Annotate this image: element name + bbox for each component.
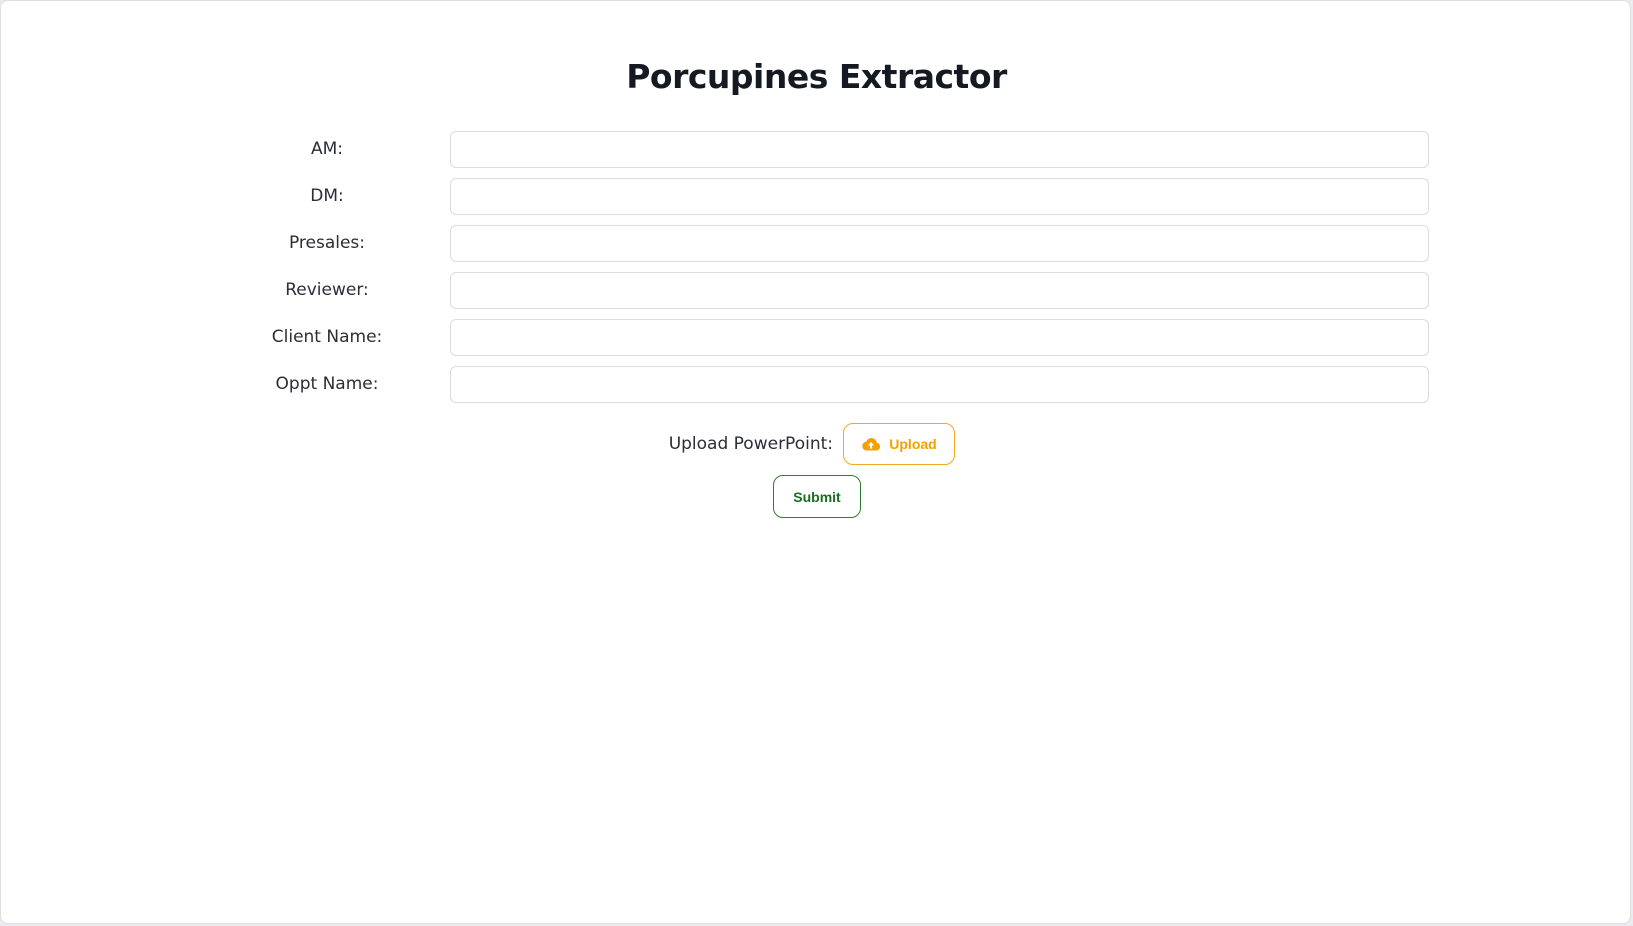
- client-name-input[interactable]: [450, 319, 1429, 356]
- form-row-dm: DM:: [1, 178, 1632, 215]
- dm-input[interactable]: [450, 178, 1429, 215]
- cloud-upload-icon: [861, 437, 881, 451]
- am-label: AM:: [310, 139, 344, 159]
- reviewer-label: Reviewer:: [285, 280, 369, 300]
- form-row-oppt-name: Oppt Name:: [1, 366, 1632, 403]
- oppt-name-input[interactable]: [450, 366, 1429, 403]
- form-row-presales: Presales:: [1, 225, 1632, 262]
- page-container: Porcupines Extractor AM: DM: Presales: R…: [0, 0, 1631, 924]
- upload-powerpoint-label: Upload PowerPoint:: [668, 434, 833, 454]
- oppt-name-label: Oppt Name:: [275, 374, 379, 394]
- upload-button[interactable]: Upload: [843, 423, 955, 465]
- form-row-am: AM:: [1, 131, 1632, 168]
- form-row-reviewer: Reviewer:: [1, 272, 1632, 309]
- form-row-client-name: Client Name:: [1, 319, 1632, 356]
- presales-label: Presales:: [288, 233, 366, 253]
- upload-button-label: Upload: [889, 436, 937, 452]
- am-input[interactable]: [450, 131, 1429, 168]
- upload-row: Upload PowerPoint: Upload: [1, 423, 1632, 465]
- dm-label: DM:: [310, 186, 344, 206]
- page-title: Porcupines Extractor: [626, 57, 1007, 96]
- reviewer-input[interactable]: [450, 272, 1429, 309]
- submit-button[interactable]: Submit: [773, 475, 861, 518]
- client-name-label: Client Name:: [271, 327, 383, 347]
- presales-input[interactable]: [450, 225, 1429, 262]
